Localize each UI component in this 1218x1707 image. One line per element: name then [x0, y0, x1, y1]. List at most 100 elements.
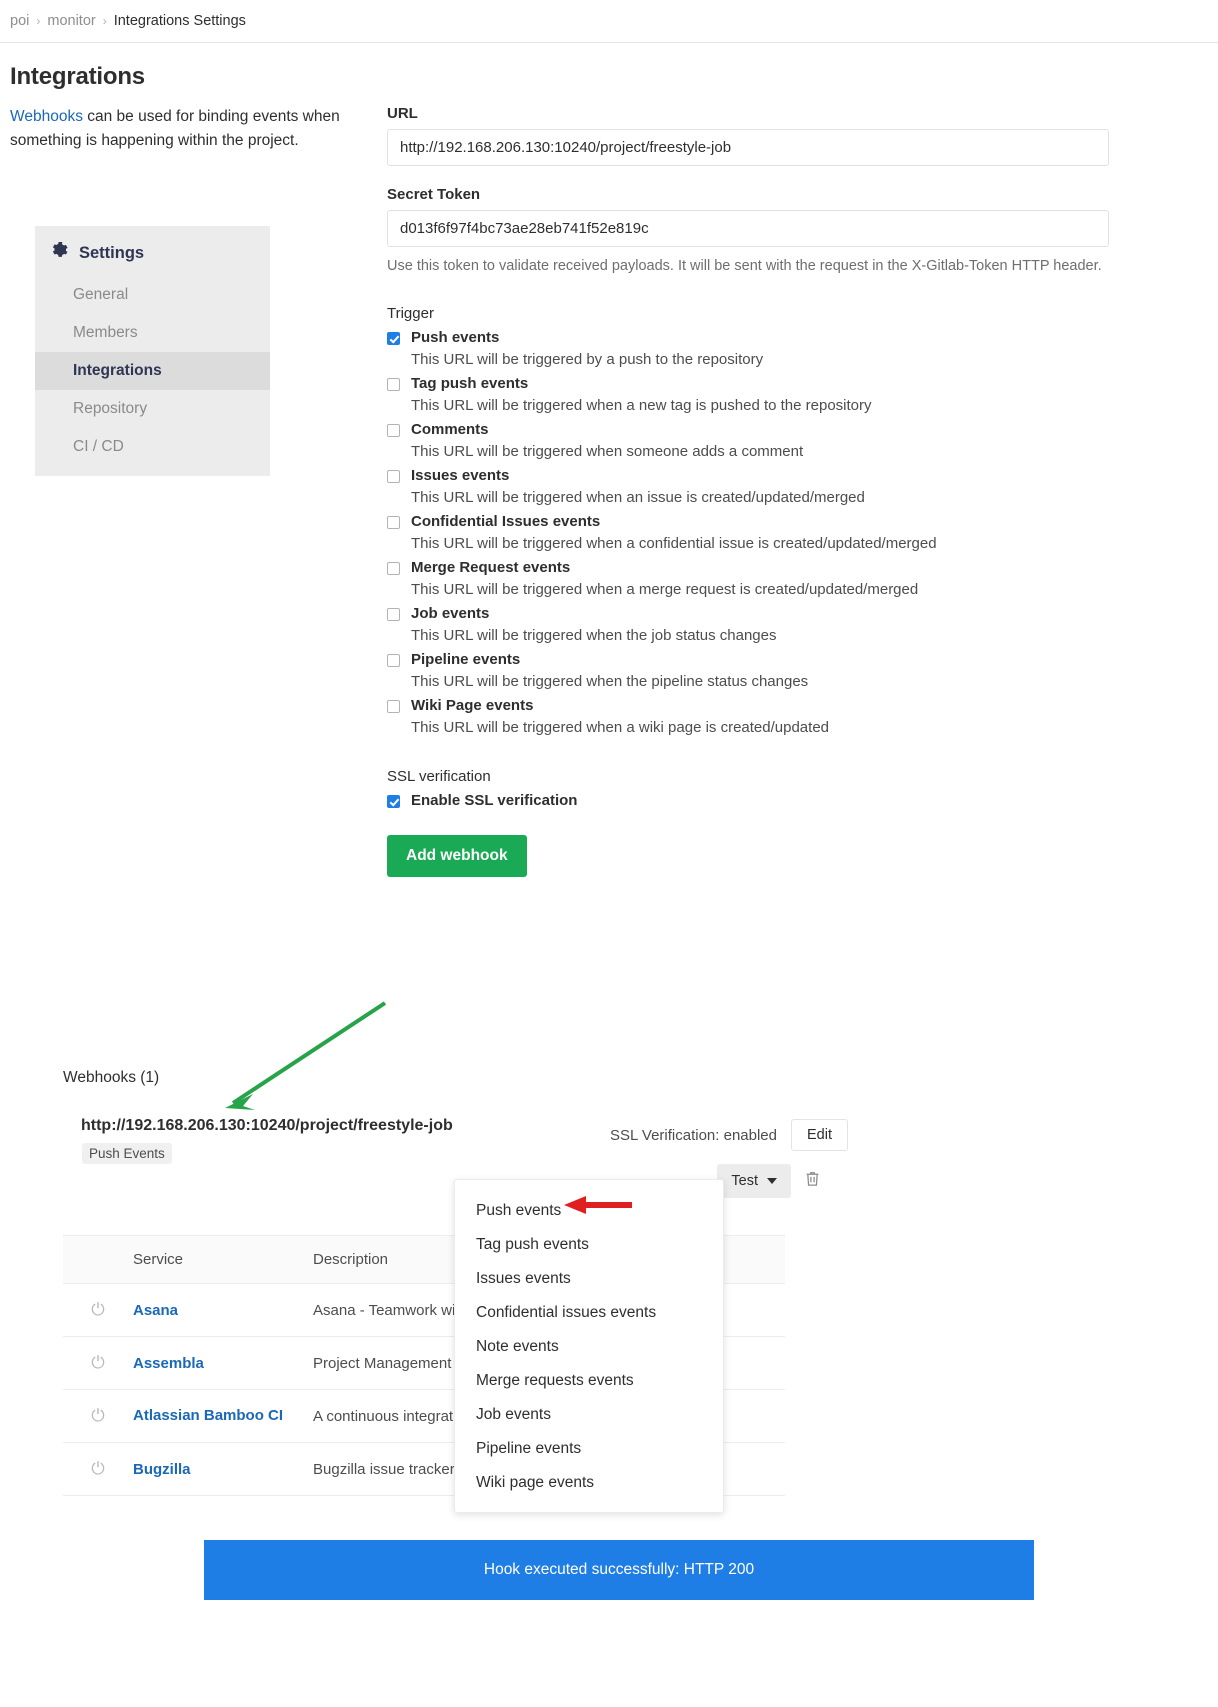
sidebar-item-repository[interactable]: Repository: [35, 390, 270, 428]
dropdown-item-push-events[interactable]: Push events: [455, 1194, 723, 1228]
service-name-bugzilla[interactable]: Bugzilla: [133, 1461, 191, 1478]
desc-confidential-issues-events: This URL will be triggered when a confid…: [411, 534, 937, 552]
sidebar-header-label: Settings: [79, 243, 145, 262]
ssl-verification-row: Enable SSL verification: [387, 792, 1109, 809]
webhook-events-badge: Push Events: [82, 1143, 172, 1164]
checkbox-issues-events[interactable]: [387, 469, 400, 483]
label-pipeline-events: Pipeline events: [411, 650, 521, 668]
secret-token-input[interactable]: [387, 210, 1109, 247]
checkbox-tag-push-events[interactable]: [387, 377, 400, 391]
desc-issues-events: This URL will be triggered when an issue…: [411, 488, 865, 506]
breadcrumb-item-current: Integrations Settings: [113, 13, 246, 29]
power-icon[interactable]: ⏻: [91, 1406, 104, 1425]
service-name-atlassian-bamboo-ci[interactable]: Atlassian Bamboo CI: [133, 1407, 283, 1424]
label-issues-events: Issues events: [411, 466, 510, 484]
secret-token-label: Secret Token: [387, 186, 481, 203]
service-name-asana[interactable]: Asana: [133, 1302, 178, 1319]
trigger-issues-events: Issues events This URL will be triggered…: [387, 467, 1109, 506]
webhook-form: URL Secret Token Use this token to valid…: [387, 105, 1109, 877]
checkbox-wiki-page-events[interactable]: [387, 699, 400, 713]
sidebar-item-cicd[interactable]: CI / CD: [35, 428, 270, 466]
trigger-push-events: Push events This URL will be triggered b…: [387, 329, 1109, 368]
dropdown-item-issues-events[interactable]: Issues events: [455, 1262, 723, 1296]
url-input[interactable]: [387, 129, 1109, 166]
settings-sidebar: Settings General Members Integrations Re…: [35, 226, 270, 476]
breadcrumb-separator-icon: ›: [36, 14, 41, 28]
power-icon[interactable]: ⏻: [91, 1459, 104, 1478]
trigger-pipeline-events: Pipeline events This URL will be trigger…: [387, 651, 1109, 690]
label-confidential-issues-events: Confidential Issues events: [411, 512, 601, 530]
page-intro-column: Integrations Webhooks can be used for bi…: [10, 63, 370, 153]
edit-webhook-button[interactable]: Edit: [791, 1119, 848, 1151]
checkbox-comments[interactable]: [387, 423, 400, 437]
desc-merge-request-events: This URL will be triggered when a merge …: [411, 580, 919, 598]
dropdown-item-job-events[interactable]: Job events: [455, 1398, 723, 1432]
service-name-assembla[interactable]: Assembla: [133, 1355, 204, 1372]
webhook-url[interactable]: http://192.168.206.130:10240/project/fre…: [81, 1117, 1108, 1135]
sidebar-item-integrations[interactable]: Integrations: [35, 352, 270, 390]
breadcrumb-separator-icon: ›: [102, 14, 107, 28]
ssl-verification-label: SSL verification: [387, 767, 491, 785]
dropdown-item-pipeline-events[interactable]: Pipeline events: [455, 1432, 723, 1466]
checkbox-enable-ssl-verification[interactable]: [387, 794, 400, 808]
label-enable-ssl-verification: Enable SSL verification: [411, 791, 578, 809]
trigger-wiki-page-events: Wiki Page events This URL will be trigge…: [387, 697, 1109, 736]
checkbox-push-events[interactable]: [387, 331, 400, 345]
checkbox-job-events[interactable]: [387, 607, 400, 621]
dropdown-item-tag-push-events[interactable]: Tag push events: [455, 1228, 723, 1262]
sidebar-header: Settings: [35, 226, 270, 276]
sidebar-item-members[interactable]: Members: [35, 314, 270, 352]
label-tag-push-events: Tag push events: [411, 374, 529, 392]
intro-text: Webhooks can be used for binding events …: [10, 105, 370, 153]
add-webhook-button[interactable]: Add webhook: [387, 834, 527, 877]
webhook-actions-top: SSL Verification: enabled Edit: [610, 1119, 848, 1151]
chevron-down-icon: [767, 1178, 777, 1184]
test-webhook-button[interactable]: Test: [717, 1164, 791, 1198]
desc-wiki-page-events: This URL will be triggered when a wiki p…: [411, 718, 830, 736]
status-toast: Hook executed successfully: HTTP 200: [204, 1540, 1034, 1600]
trigger-comments: Comments This URL will be triggered when…: [387, 421, 1109, 460]
label-comments: Comments: [411, 420, 489, 438]
trigger-merge-request-events: Merge Request events This URL will be tr…: [387, 559, 1109, 598]
dropdown-item-merge-requests-events[interactable]: Merge requests events: [455, 1364, 723, 1398]
test-button-label: Test: [731, 1173, 758, 1189]
trigger-label: Trigger: [387, 304, 434, 322]
trigger-confidential-issues-events: Confidential Issues events This URL will…: [387, 513, 1109, 552]
sidebar-item-general[interactable]: General: [35, 276, 270, 314]
checkbox-merge-request-events[interactable]: [387, 561, 400, 575]
trigger-tag-push-events: Tag push events This URL will be trigger…: [387, 375, 1109, 414]
desc-comments: This URL will be triggered when someone …: [411, 442, 804, 460]
th-service: Service: [133, 1235, 313, 1284]
secret-token-help: Use this token to validate received payl…: [387, 258, 1102, 274]
label-merge-request-events: Merge Request events: [411, 558, 571, 576]
power-icon[interactable]: ⏻: [91, 1300, 104, 1319]
label-push-events: Push events: [411, 328, 500, 346]
webhooks-heading: Webhooks (1): [63, 1069, 160, 1086]
url-label: URL: [387, 105, 418, 122]
gear-icon: [52, 241, 69, 264]
dropdown-item-confidential-issues-events[interactable]: Confidential issues events: [455, 1296, 723, 1330]
desc-push-events: This URL will be triggered by a push to …: [411, 350, 764, 368]
page-title: Integrations: [10, 63, 145, 90]
label-wiki-page-events: Wiki Page events: [411, 696, 534, 714]
th-icon: [63, 1235, 133, 1284]
desc-tag-push-events: This URL will be triggered when a new ta…: [411, 396, 872, 414]
webhooks-list-section: Webhooks (1) http://192.168.206.130:1024…: [63, 1069, 1108, 1198]
trigger-job-events: Job events This URL will be triggered wh…: [387, 605, 1109, 644]
power-icon[interactable]: ⏻: [91, 1353, 104, 1372]
webhook-actions-bottom: Test: [717, 1164, 821, 1198]
desc-pipeline-events: This URL will be triggered when the pipe…: [411, 672, 809, 690]
desc-job-events: This URL will be triggered when the job …: [411, 626, 777, 644]
breadcrumb: poi › monitor › Integrations Settings: [0, 0, 1218, 43]
checkbox-pipeline-events[interactable]: [387, 653, 400, 667]
checkbox-confidential-issues-events[interactable]: [387, 515, 400, 529]
test-events-dropdown-menu: Push events Tag push events Issues event…: [454, 1179, 724, 1513]
dropdown-item-wiki-page-events[interactable]: Wiki page events: [455, 1466, 723, 1500]
webhooks-link[interactable]: Webhooks: [10, 108, 83, 125]
label-job-events: Job events: [411, 604, 490, 622]
breadcrumb-item-poi[interactable]: poi: [10, 13, 29, 29]
trash-icon[interactable]: [804, 1170, 821, 1192]
dropdown-item-note-events[interactable]: Note events: [455, 1330, 723, 1364]
ssl-verification-status: SSL Verification: enabled: [609, 1127, 777, 1144]
breadcrumb-item-monitor[interactable]: monitor: [47, 13, 95, 29]
